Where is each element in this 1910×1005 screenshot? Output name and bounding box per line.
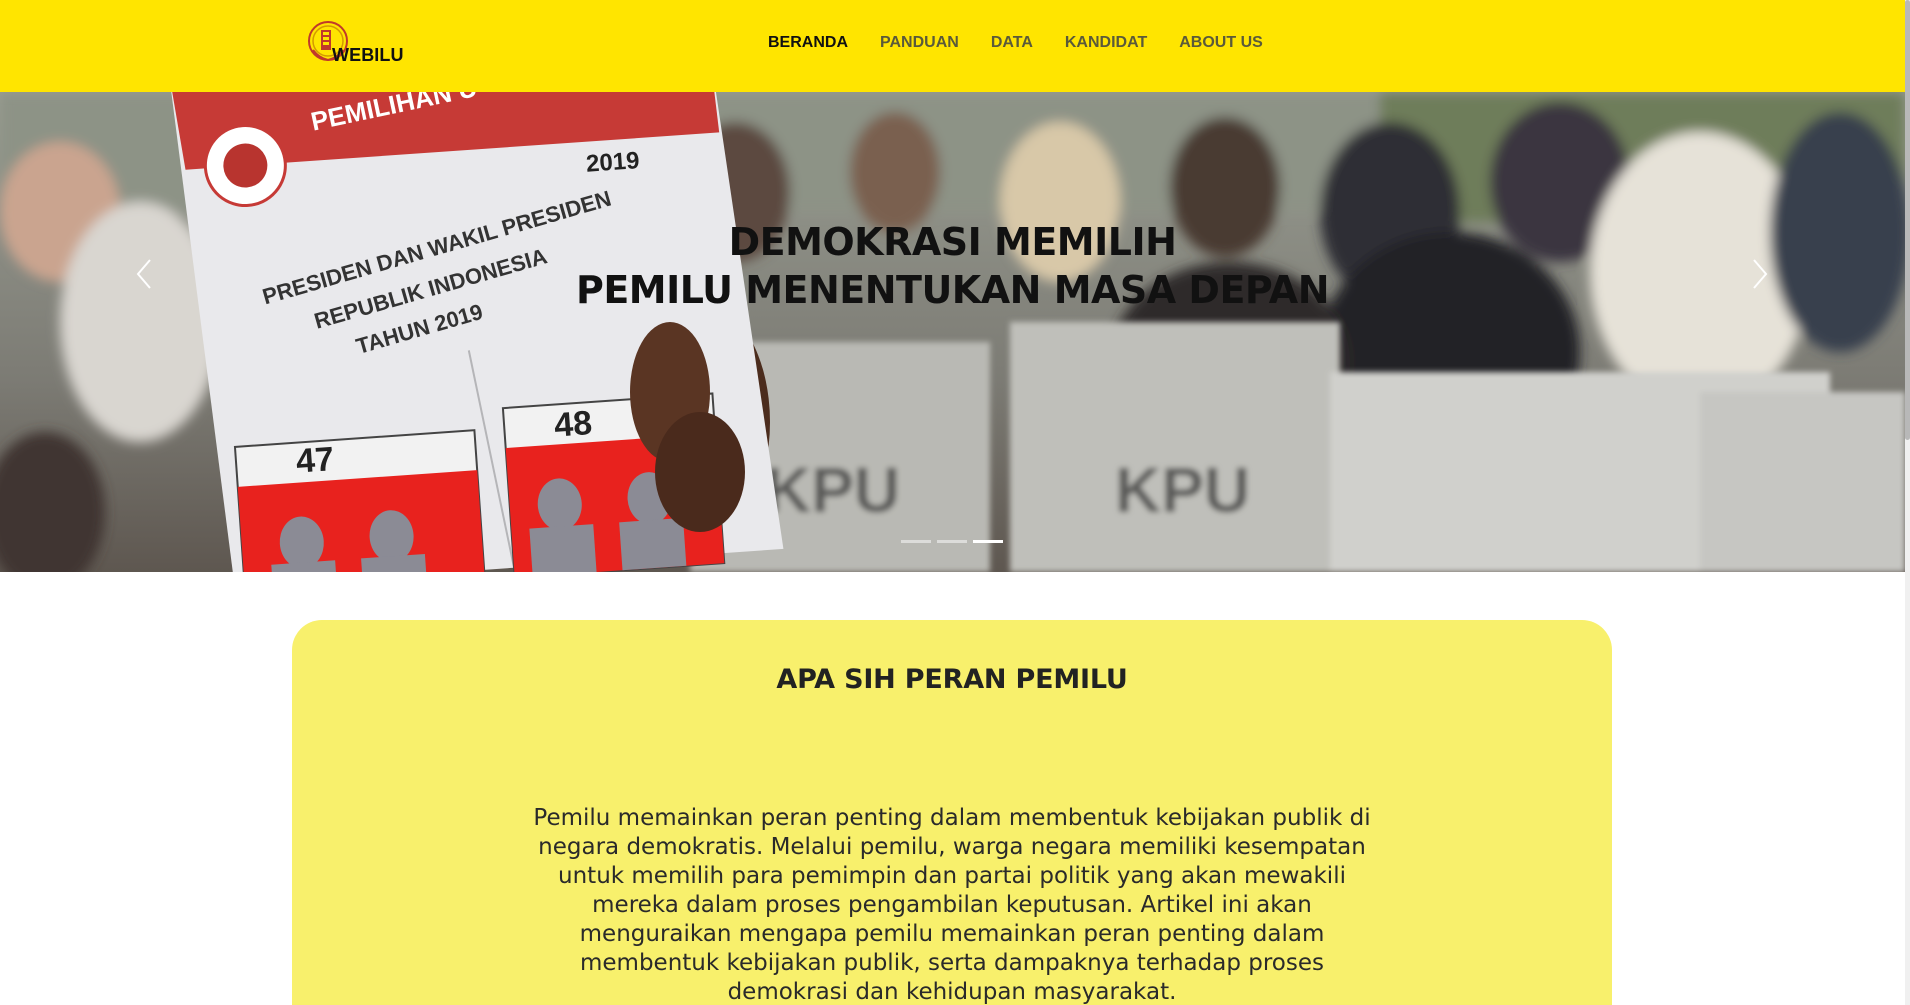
carousel-indicator-3[interactable] [973,540,1003,543]
carousel-prev-icon[interactable] [130,252,158,296]
scrollbar-thumb[interactable] [1905,0,1910,440]
carousel-indicator-2[interactable] [937,540,967,543]
peran-pemilu-card: APA SIH PERAN PEMILU Pemilu memainkan pe… [292,620,1612,1005]
hero-caption: DEMOKRASI MEMILIH PEMILU MENENTUKAN MASA… [0,218,1905,314]
carousel-indicators [901,540,1003,543]
ballot-box-label-left: KPU [765,454,900,526]
svg-text:2019: 2019 [585,147,640,178]
brand-name: WEBILU [332,45,404,65]
ballot-box-label-right: KPU [1115,454,1250,526]
svg-text:48: 48 [553,404,593,445]
nav-item-data[interactable]: DATA [991,30,1033,56]
hero-image: KPU KPU PEMILIHAN U 2019 PRESIDEN DAN WA… [0,92,1905,572]
page-scrollbar[interactable] [1905,0,1910,1005]
hero-caption-line-1: DEMOKRASI MEMILIH [728,220,1177,264]
carousel-indicator-1[interactable] [901,540,931,543]
section-body: Pemilu memainkan peran penting dalam mem… [533,805,1371,1005]
hero-carousel: KPU KPU PEMILIHAN U 2019 PRESIDEN DAN WA… [0,92,1905,572]
carousel-next-icon[interactable] [1746,252,1774,296]
navbar: WEBILU BERANDA PANDUAN DATA KANDIDAT ABO… [0,0,1905,92]
page: WEBILU BERANDA PANDUAN DATA KANDIDAT ABO… [0,0,1910,1005]
section-title: APA SIH PERAN PEMILU [776,664,1128,695]
main-nav: BERANDA PANDUAN DATA KANDIDAT ABOUT US [768,30,1295,56]
nav-item-panduan[interactable]: PANDUAN [880,30,959,56]
brand-logo[interactable]: WEBILU [307,20,417,68]
nav-item-beranda[interactable]: BERANDA [768,30,848,56]
nav-item-kandidat[interactable]: KANDIDAT [1065,30,1147,56]
hero-caption-line-2: PEMILU MENENTUKAN MASA DEPAN [575,268,1330,312]
svg-text:47: 47 [295,440,335,481]
nav-item-about-us[interactable]: ABOUT US [1179,30,1263,56]
